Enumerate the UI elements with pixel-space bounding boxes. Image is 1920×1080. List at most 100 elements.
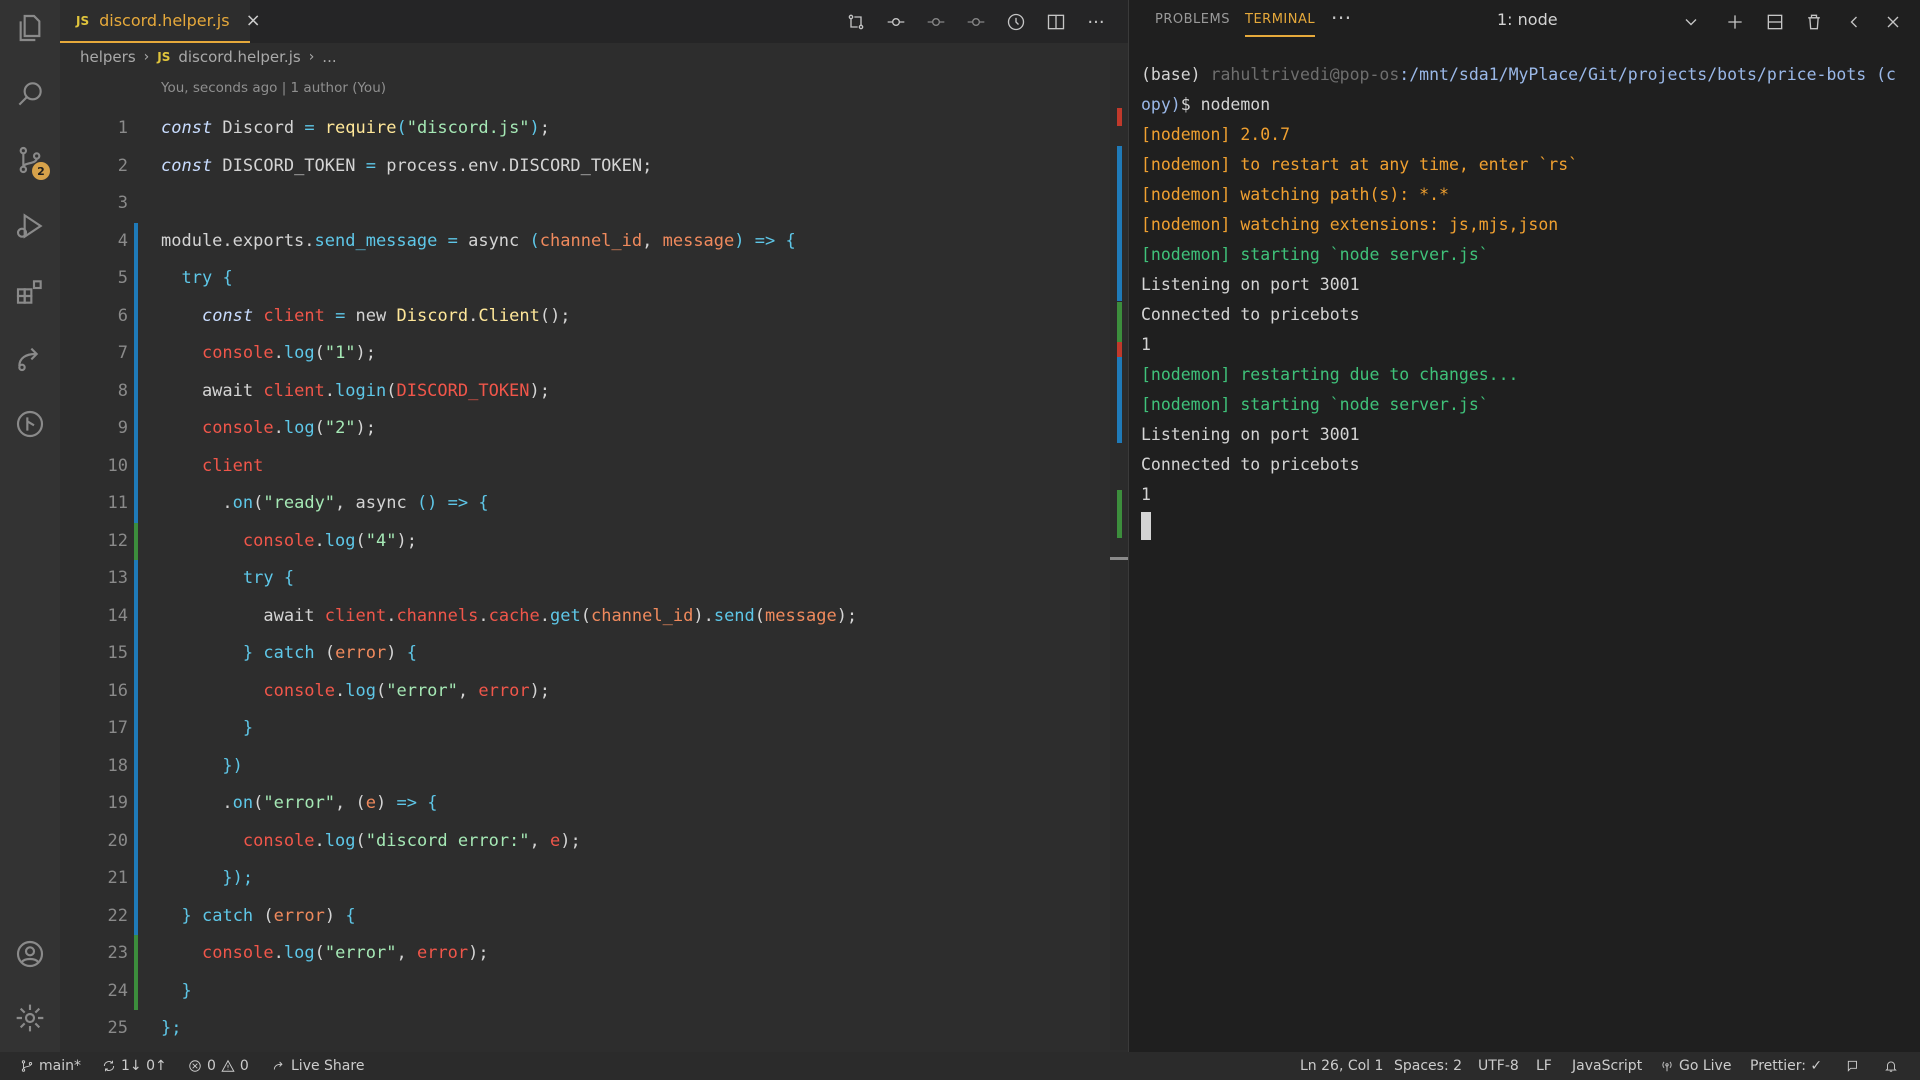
code-line[interactable]: 16 console.log("error", error);	[60, 672, 1110, 710]
code-line[interactable]: 11 .on("ready", async () => {	[60, 485, 1110, 523]
git-graph-icon[interactable]	[10, 404, 50, 444]
next-change-icon[interactable]	[964, 10, 988, 34]
git-gutter-mark[interactable]	[134, 410, 138, 448]
git-gutter-mark[interactable]	[134, 335, 138, 373]
source-control-icon[interactable]: 2	[10, 140, 50, 180]
git-gutter-mark[interactable]	[134, 635, 138, 673]
go-live-button[interactable]: Go Live	[1660, 1052, 1731, 1080]
editor-scrollbar[interactable]	[1110, 60, 1128, 1050]
tab-problems[interactable]: PROBLEMS	[1155, 12, 1230, 27]
git-gutter-mark[interactable]	[134, 560, 138, 598]
trash-icon[interactable]	[1802, 10, 1826, 34]
git-gutter-mark[interactable]	[134, 785, 138, 823]
git-gutter-mark[interactable]	[134, 672, 138, 710]
code-line[interactable]: 9 console.log("2");	[60, 410, 1110, 448]
bell-icon[interactable]	[1884, 1052, 1898, 1080]
code-line[interactable]: 6 const client = new Discord.Client();	[60, 297, 1110, 335]
code-line[interactable]: 10 client	[60, 447, 1110, 485]
code-line[interactable]: 23 console.log("error", error);	[60, 935, 1110, 973]
previous-change-icon[interactable]	[924, 10, 948, 34]
sync-indicator[interactable]: 1↓ 0↑	[102, 1052, 167, 1080]
chevron-down-icon[interactable]	[1679, 10, 1703, 34]
breadcrumb-folder[interactable]: helpers	[80, 48, 136, 66]
code-line[interactable]: 13 try {	[60, 560, 1110, 598]
git-gutter-mark[interactable]	[134, 897, 138, 935]
files-icon[interactable]	[10, 8, 50, 48]
git-gutter-mark[interactable]	[134, 597, 138, 635]
chevron-left-icon[interactable]	[1842, 10, 1866, 34]
git-gutter-mark[interactable]	[134, 222, 138, 260]
terminal-output[interactable]: (base) rahultrivedi@pop-os:/mnt/sda1/MyP…	[1141, 60, 1911, 540]
code-line[interactable]: 3	[60, 185, 1110, 223]
code-line[interactable]: 19 .on("error", (e) => {	[60, 785, 1110, 823]
cursor-position[interactable]: Ln 26, Col 1	[1300, 1052, 1383, 1080]
git-gutter-mark[interactable]	[134, 372, 138, 410]
git-gutter-mark[interactable]	[134, 710, 138, 748]
run-debug-icon[interactable]	[10, 206, 50, 246]
extensions-icon[interactable]	[10, 272, 50, 312]
open-changes-icon[interactable]	[844, 10, 868, 34]
new-terminal-icon[interactable]	[1723, 10, 1747, 34]
git-gutter-mark[interactable]	[134, 860, 138, 898]
split-editor-icon[interactable]	[1044, 10, 1068, 34]
git-commit-icon[interactable]	[884, 10, 908, 34]
git-gutter-mark[interactable]	[134, 447, 138, 485]
branch-indicator[interactable]: main*	[20, 1052, 81, 1080]
panel-more-icon[interactable]: ···	[1331, 6, 1352, 30]
indentation[interactable]: Spaces: 2	[1394, 1052, 1462, 1080]
git-gutter-mark[interactable]	[134, 747, 138, 785]
code-line[interactable]: 2 const DISCORD_TOKEN = process.env.DISCO…	[60, 148, 1110, 186]
code-line[interactable]: 22 } catch (error) {	[60, 897, 1110, 935]
git-gutter-mark[interactable]	[134, 935, 138, 973]
close-icon[interactable]: ×	[246, 10, 261, 31]
feedback-icon[interactable]	[1846, 1052, 1860, 1080]
code-line[interactable]: 7 console.log("1");	[60, 335, 1110, 373]
code-token: {	[785, 230, 796, 251]
breadcrumb-file[interactable]: discord.helper.js	[178, 48, 300, 66]
code-line[interactable]: 21 });	[60, 860, 1110, 898]
git-gutter-mark[interactable]	[134, 522, 138, 560]
code-line[interactable]: 18 })	[60, 747, 1110, 785]
git-gutter-mark[interactable]	[134, 822, 138, 860]
code-line[interactable]: 8 await client.login(DISCORD_TOKEN);	[60, 372, 1110, 410]
account-icon[interactable]	[10, 934, 50, 974]
breadcrumb-symbol[interactable]: ...	[322, 48, 336, 66]
split-terminal-icon[interactable]	[1763, 10, 1787, 34]
code-line[interactable]: 5 try {	[60, 260, 1110, 298]
code-line[interactable]: 17 }	[60, 710, 1110, 748]
git-blame-codelens[interactable]: You, seconds ago | 1 author (You)	[161, 80, 386, 96]
code-token: .	[468, 305, 479, 326]
code-line[interactable]: 14 await client.channels.cache.get(chann…	[60, 597, 1110, 635]
code-line[interactable]: 15 } catch (error) {	[60, 635, 1110, 673]
code-line[interactable]: 25};	[60, 1010, 1110, 1046]
search-icon[interactable]	[10, 74, 50, 114]
close-panel-icon[interactable]	[1881, 10, 1905, 34]
end-of-line[interactable]: LF	[1536, 1052, 1552, 1080]
terminal-prompt-line[interactable]	[1141, 510, 1911, 540]
live-share-button[interactable]: Live Share	[272, 1052, 364, 1080]
code-line[interactable]: 1 const Discord = require("discord.js");	[60, 110, 1110, 148]
prettier-status[interactable]: Prettier: ✓	[1750, 1052, 1822, 1080]
git-gutter-mark[interactable]	[134, 260, 138, 298]
code-editor[interactable]: 1 const Discord = require("discord.js"); 2…	[60, 110, 1110, 1046]
code-token: (	[355, 830, 366, 851]
git-gutter-mark[interactable]	[134, 972, 138, 1010]
language-mode[interactable]: JavaScript	[1572, 1052, 1642, 1080]
tab-terminal[interactable]: TERMINAL	[1245, 12, 1316, 37]
code-line[interactable]: 12 console.log("4");	[60, 522, 1110, 560]
git-gutter-mark[interactable]	[134, 297, 138, 335]
code-line[interactable]: 20 console.log("discord error:", e);	[60, 822, 1110, 860]
code-line[interactable]: 4 module.exports.send_message = async (ch…	[60, 222, 1110, 260]
timeline-icon[interactable]	[1004, 10, 1028, 34]
settings-icon[interactable]	[10, 998, 50, 1038]
problems-indicator[interactable]: 0 0	[188, 1052, 249, 1080]
code-line[interactable]: 24 }	[60, 972, 1110, 1010]
code-token: on	[232, 493, 254, 513]
git-gutter-mark[interactable]	[134, 485, 138, 523]
terminal-select[interactable]: 1: node	[1497, 10, 1558, 29]
more-actions-icon[interactable]: ···	[1084, 10, 1108, 34]
encoding[interactable]: UTF-8	[1478, 1052, 1519, 1080]
live-share-icon[interactable]	[10, 338, 50, 378]
editor-tab-discord-helper[interactable]: JS discord.helper.js ×	[60, 0, 261, 43]
